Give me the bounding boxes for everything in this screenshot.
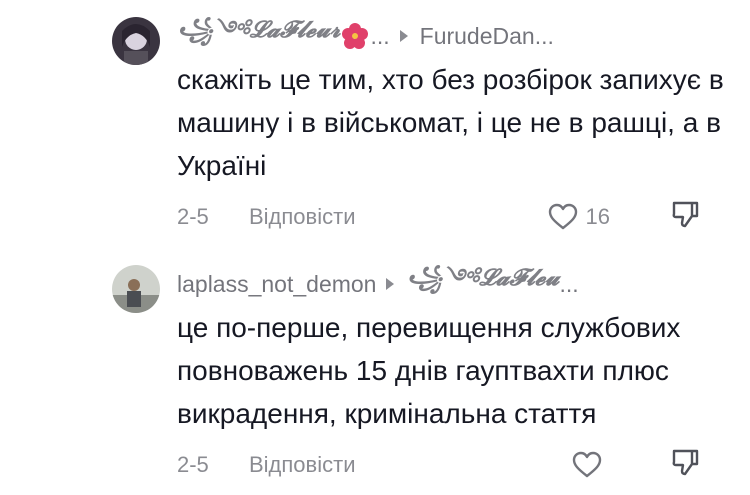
reply-to-username[interactable]: FurudeDan...	[420, 23, 554, 50]
reply-button[interactable]: Відповісти	[249, 452, 356, 478]
comment-date: 2-5	[177, 452, 209, 477]
reply-to-ellipsis: ...	[559, 270, 579, 297]
comment-header: laplass_not_demon ꧁༺𝓛𝓪𝓕𝓵𝓮𝓾 ...	[177, 264, 579, 300]
dislike-icon	[672, 201, 699, 228]
like-button[interactable]	[572, 451, 610, 479]
reply-button[interactable]: Відповісти	[249, 204, 356, 230]
comment-date: 2-5	[177, 204, 209, 229]
like-count: 16	[585, 204, 610, 229]
comment-actions: 2-5 Відповісти 16	[177, 201, 730, 233]
avatar-image	[112, 265, 160, 313]
reply-arrow-icon	[399, 30, 408, 42]
dislike-button[interactable]	[670, 199, 700, 235]
heart-icon	[572, 451, 602, 478]
avatar-image	[112, 17, 160, 65]
like-button[interactable]: 16	[548, 203, 610, 231]
username-ellipsis: ...	[370, 22, 390, 49]
comment-actions: 2-5 Відповісти	[177, 449, 730, 481]
dislike-button[interactable]	[670, 447, 700, 483]
avatar[interactable]	[112, 17, 160, 65]
heart-icon	[548, 203, 577, 230]
hibiscus-icon	[342, 23, 369, 49]
dislike-icon	[672, 449, 699, 476]
reply-arrow-icon	[386, 278, 395, 290]
comment-text: це по-перше, перевищення службових повно…	[177, 312, 681, 429]
username[interactable]: laplass_not_demon	[177, 271, 376, 298]
comment-header: ꧁༺𝓛𝓪𝓕𝓵𝓮𝓾𝓻 ... FurudeDan...	[177, 16, 554, 52]
avatar[interactable]	[112, 265, 160, 313]
comment-text: скажіть це тим, хто без розбірок запихує…	[177, 64, 724, 181]
